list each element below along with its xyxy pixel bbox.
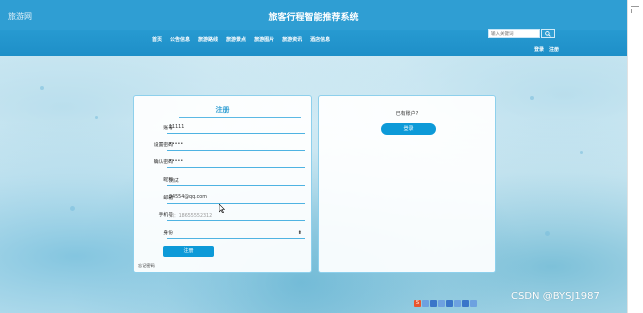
header-register-link[interactable]: 注册 <box>549 46 559 53</box>
ime-mic-icon[interactable] <box>446 300 453 307</box>
form-row-confirm-password: 确认密码 ••••• <box>134 156 313 170</box>
ime-lang-icon[interactable] <box>422 300 429 307</box>
edge-mark <box>631 6 639 7</box>
ime-grid-icon[interactable] <box>470 300 477 307</box>
ime-punct-icon[interactable] <box>430 300 437 307</box>
title-divider <box>179 117 301 118</box>
site-title: 旅客行程智能推荐系统 <box>268 13 359 23</box>
mouse-cursor-icon <box>219 204 225 213</box>
nav-announcements[interactable]: 公告信息 <box>170 36 190 43</box>
search-input[interactable] <box>488 29 540 38</box>
nickname-input[interactable]: 测试 <box>167 174 305 186</box>
ime-shirt-icon[interactable] <box>462 300 469 307</box>
ime-logo-icon[interactable]: S <box>414 300 421 307</box>
watermark-text: CSDN @BYSJ1987 <box>511 291 600 302</box>
form-row-account: 账号 11111 <box>134 122 313 136</box>
search-box <box>488 29 555 38</box>
confirm-password-input[interactable]: ••••• <box>167 156 305 168</box>
select-caret-icon: ⬍ <box>297 230 302 236</box>
nav-routes[interactable]: 旅游路线 <box>198 36 218 43</box>
have-account-text: 已有账户? <box>395 111 419 117</box>
nav-hotels[interactable]: 酒店信息 <box>310 36 330 43</box>
login-button[interactable]: 登录 <box>381 123 436 135</box>
form-row-password: 设置密码 ••••• <box>134 139 313 153</box>
password-input[interactable]: ••••• <box>167 139 305 151</box>
form-row-identity: 身份 ⬍ <box>134 227 313 241</box>
email-input[interactable]: 34554@qq.com <box>167 192 305 204</box>
phone-input[interactable]: 如：18655552312 <box>167 209 305 221</box>
nav-photos[interactable]: 旅游图片 <box>254 36 274 43</box>
account-input[interactable]: 11111 <box>167 122 305 134</box>
form-row-nickname: 昵称 测试 <box>134 174 313 188</box>
ime-toolbar: S <box>414 300 477 307</box>
header-login-link[interactable]: 登录 <box>534 46 544 53</box>
top-header: 旅游网 旅客行程智能推荐系统 首页 公告信息 旅游路线 旅游景点 旅游图片 旅游… <box>0 0 627 56</box>
ime-keyboard-icon[interactable] <box>454 300 461 307</box>
window-edge <box>627 0 643 313</box>
nav-news[interactable]: 旅游资讯 <box>282 36 302 43</box>
register-button[interactable]: 注册 <box>163 246 214 257</box>
nav-attractions[interactable]: 旅游景点 <box>226 36 246 43</box>
ime-emoji-icon[interactable] <box>438 300 445 307</box>
search-icon <box>545 30 551 37</box>
background-art <box>0 56 627 313</box>
nav-home[interactable]: 首页 <box>152 36 162 43</box>
register-title: 注册 <box>215 106 230 114</box>
page: 旅游网 旅客行程智能推荐系统 首页 公告信息 旅游路线 旅游景点 旅游图片 旅游… <box>0 0 627 313</box>
login-panel: 已有账户? 登录 <box>318 95 496 273</box>
forgot-password-link[interactable]: 忘记密码 <box>138 263 155 269</box>
search-button[interactable] <box>541 29 555 38</box>
identity-select[interactable]: ⬍ <box>167 227 305 239</box>
register-panel: 注册 账号 11111 设置密码 ••••• 确认密码 ••••• 昵称 测试 … <box>133 95 312 273</box>
auth-links: 登录 注册 <box>534 46 559 53</box>
edge-mark-2 <box>631 9 632 13</box>
main-nav: 首页 公告信息 旅游路线 旅游景点 旅游图片 旅游资讯 酒店信息 <box>152 36 330 43</box>
